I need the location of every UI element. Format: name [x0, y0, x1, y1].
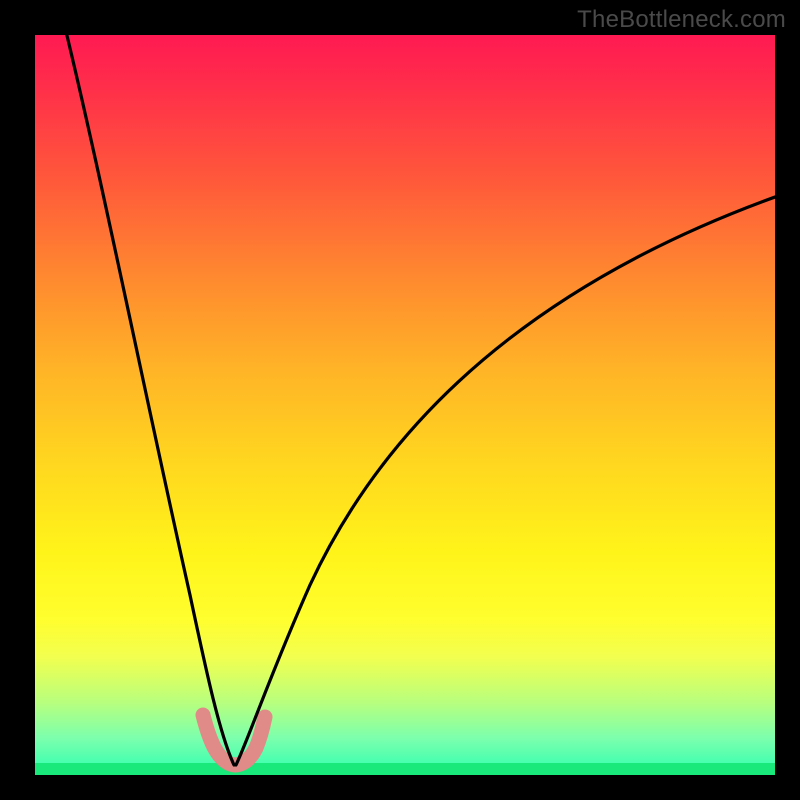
- chart-frame: TheBottleneck.com: [0, 0, 800, 800]
- curve-layer: [35, 35, 775, 775]
- left-branch-path: [57, 35, 234, 765]
- plot-area: [35, 35, 775, 775]
- marker-band-path: [203, 715, 265, 765]
- watermark-text: TheBottleneck.com: [577, 6, 786, 34]
- right-branch-path: [236, 197, 775, 765]
